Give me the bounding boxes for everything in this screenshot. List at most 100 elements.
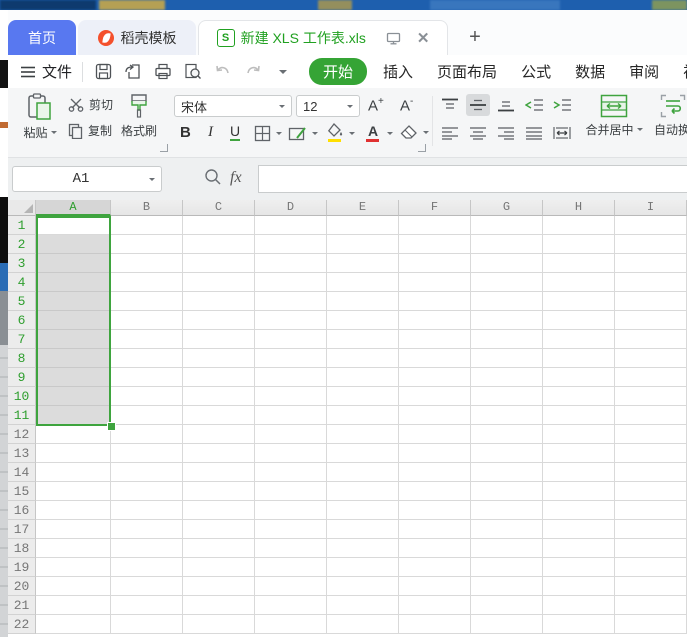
column-header-A[interactable]: A xyxy=(36,200,111,216)
select-all-corner[interactable] xyxy=(8,200,36,216)
row-header-22[interactable]: 22 xyxy=(8,615,36,634)
cell-F3[interactable] xyxy=(399,254,471,273)
row-header-19[interactable]: 19 xyxy=(8,558,36,577)
distribute-button[interactable] xyxy=(550,122,574,144)
cell-I17[interactable] xyxy=(615,520,687,539)
cell-A15[interactable] xyxy=(36,482,111,501)
cell-D22[interactable] xyxy=(255,615,327,634)
cell-E3[interactable] xyxy=(327,254,399,273)
cell-H16[interactable] xyxy=(543,501,615,520)
cell-D3[interactable] xyxy=(255,254,327,273)
cell-A18[interactable] xyxy=(36,539,111,558)
align-top-button[interactable] xyxy=(438,94,462,116)
borders-button[interactable] xyxy=(254,125,282,142)
cell-B4[interactable] xyxy=(111,273,183,292)
cell-G21[interactable] xyxy=(471,596,543,615)
cell-C10[interactable] xyxy=(183,387,255,406)
cell-A22[interactable] xyxy=(36,615,111,634)
cell-C5[interactable] xyxy=(183,292,255,311)
cell-E16[interactable] xyxy=(327,501,399,520)
cell-C20[interactable] xyxy=(183,577,255,596)
cell-F20[interactable] xyxy=(399,577,471,596)
ribbon-tab-数据[interactable]: 数据 xyxy=(563,61,617,82)
close-tab-icon[interactable]: ✕ xyxy=(417,29,430,47)
cell-H17[interactable] xyxy=(543,520,615,539)
cell-E4[interactable] xyxy=(327,273,399,292)
cell-F15[interactable] xyxy=(399,482,471,501)
cell-A20[interactable] xyxy=(36,577,111,596)
merge-center-button[interactable]: 合并居中 xyxy=(583,94,645,138)
font-color-button[interactable]: A xyxy=(364,123,393,143)
cell-A6[interactable] xyxy=(36,311,111,330)
ribbon-tab-审阅[interactable]: 审阅 xyxy=(617,61,671,82)
align-middle-button-selected[interactable] xyxy=(466,94,490,116)
cell-A8[interactable] xyxy=(36,349,111,368)
align-center-button[interactable] xyxy=(466,122,490,144)
cell-B17[interactable] xyxy=(111,520,183,539)
cut-button[interactable]: 剪切 xyxy=(68,96,113,113)
cell-B2[interactable] xyxy=(111,235,183,254)
undo-button[interactable] xyxy=(213,62,233,82)
row-header-17[interactable]: 17 xyxy=(8,520,36,539)
row-header-4[interactable]: 4 xyxy=(8,273,36,292)
cell-D19[interactable] xyxy=(255,558,327,577)
cell-C15[interactable] xyxy=(183,482,255,501)
cell-H19[interactable] xyxy=(543,558,615,577)
cell-H15[interactable] xyxy=(543,482,615,501)
tab-home[interactable]: 首页 xyxy=(8,20,76,55)
cell-A3[interactable] xyxy=(36,254,111,273)
column-header-I[interactable]: I xyxy=(615,200,687,216)
font-size-select[interactable]: 12 xyxy=(296,95,360,117)
cell-H13[interactable] xyxy=(543,444,615,463)
cell-I7[interactable] xyxy=(615,330,687,349)
decrease-indent-button[interactable] xyxy=(522,94,546,116)
italic-button[interactable]: I xyxy=(208,124,213,141)
cell-C6[interactable] xyxy=(183,311,255,330)
cell-B20[interactable] xyxy=(111,577,183,596)
cell-H18[interactable] xyxy=(543,539,615,558)
decrease-font-button[interactable]: A- xyxy=(400,96,413,115)
cell-I10[interactable] xyxy=(615,387,687,406)
cell-G14[interactable] xyxy=(471,463,543,482)
cell-F10[interactable] xyxy=(399,387,471,406)
cell-H3[interactable] xyxy=(543,254,615,273)
cell-E17[interactable] xyxy=(327,520,399,539)
new-tab-button[interactable]: + xyxy=(463,25,487,49)
tab-docer-templates[interactable]: 稻壳模板 xyxy=(78,20,196,55)
cell-C16[interactable] xyxy=(183,501,255,520)
cell-B12[interactable] xyxy=(111,425,183,444)
cell-H1[interactable] xyxy=(543,216,615,235)
column-header-G[interactable]: G xyxy=(471,200,543,216)
cell-F8[interactable] xyxy=(399,349,471,368)
cell-C1[interactable] xyxy=(183,216,255,235)
cell-I16[interactable] xyxy=(615,501,687,520)
row-header-12[interactable]: 12 xyxy=(8,425,36,444)
cell-A9[interactable] xyxy=(36,368,111,387)
cell-I2[interactable] xyxy=(615,235,687,254)
cell-D17[interactable] xyxy=(255,520,327,539)
cell-A17[interactable] xyxy=(36,520,111,539)
clipboard-dialog-launcher[interactable] xyxy=(160,144,168,152)
cell-D7[interactable] xyxy=(255,330,327,349)
cell-C4[interactable] xyxy=(183,273,255,292)
column-header-C[interactable]: C xyxy=(183,200,255,216)
cell-F14[interactable] xyxy=(399,463,471,482)
row-header-7[interactable]: 7 xyxy=(8,330,36,349)
cell-G5[interactable] xyxy=(471,292,543,311)
cell-E5[interactable] xyxy=(327,292,399,311)
cell-D12[interactable] xyxy=(255,425,327,444)
name-box[interactable]: A1 xyxy=(12,166,162,192)
cell-E6[interactable] xyxy=(327,311,399,330)
cell-F5[interactable] xyxy=(399,292,471,311)
print-preview-button[interactable] xyxy=(183,62,203,82)
redo-button[interactable] xyxy=(243,62,263,82)
cell-H6[interactable] xyxy=(543,311,615,330)
cell-A21[interactable] xyxy=(36,596,111,615)
cell-D14[interactable] xyxy=(255,463,327,482)
cell-G13[interactable] xyxy=(471,444,543,463)
column-header-E[interactable]: E xyxy=(327,200,399,216)
cell-E10[interactable] xyxy=(327,387,399,406)
cell-I21[interactable] xyxy=(615,596,687,615)
cell-C3[interactable] xyxy=(183,254,255,273)
cell-B15[interactable] xyxy=(111,482,183,501)
